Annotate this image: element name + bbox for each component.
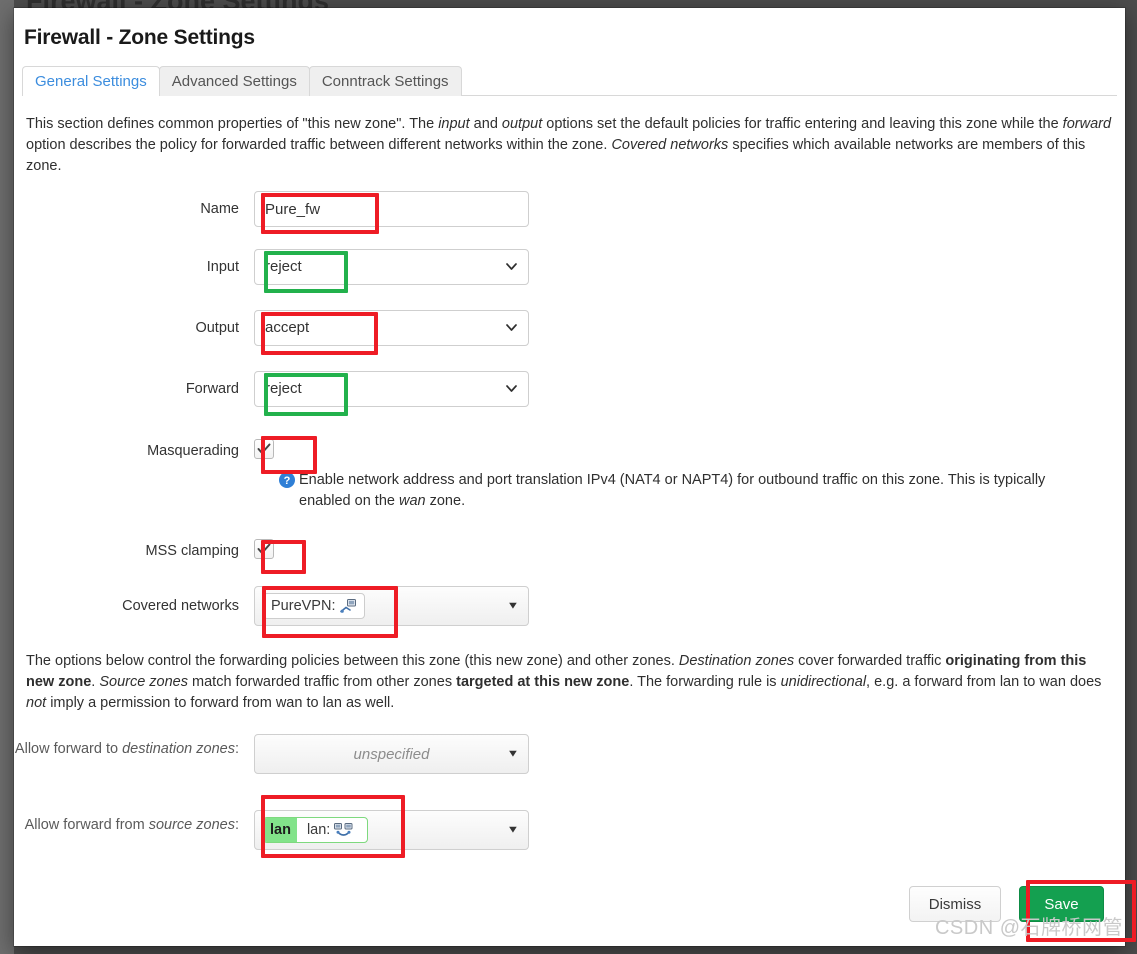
check-icon (257, 443, 271, 454)
field-row-mss-clamping: MSS clamping (14, 533, 1125, 564)
input-control: reject (254, 249, 529, 285)
destination-zones-control: unspecified ▼ (254, 734, 529, 774)
zone-settings-dialog: Firewall - Zone Settings General Setting… (14, 8, 1125, 946)
tab-general-settings[interactable]: General Settings (22, 66, 160, 97)
intro-paragraph: This section defines common properties o… (26, 116, 1112, 174)
source-zone-chip-label: lan: (306, 822, 331, 838)
help-circle-icon: ? (279, 472, 295, 512)
source-zones-label: Allow forward from source zones: (24, 817, 239, 833)
output-select[interactable]: accept (254, 310, 529, 346)
mss-clamping-label: MSS clamping (145, 543, 239, 559)
masquerading-label: Masquerading (147, 443, 239, 459)
chevron-down-icon (506, 263, 517, 270)
svg-text:?: ? (284, 475, 291, 487)
forward-control: reject (254, 371, 529, 407)
source-zone-chip[interactable]: lan lan: (263, 817, 369, 843)
chevron-down-icon (506, 324, 517, 331)
chevron-down-icon: ▼ (506, 824, 520, 836)
covered-networks-control: PureVPN: ▼ (254, 586, 529, 626)
mss-clamping-control (254, 533, 274, 564)
tab-advanced-settings[interactable]: Advanced Settings (158, 66, 310, 96)
general-settings-form: Name Input reject Output (14, 191, 1125, 626)
backdrop-sidebar (0, 0, 14, 954)
source-zones-control: lan lan: ▼ (254, 810, 529, 850)
forward-select[interactable]: reject (254, 371, 529, 407)
masquerading-help-text: Enable network address and port translat… (299, 472, 1046, 509)
field-row-destination-zones: Allow forward to destination zones: unsp… (14, 734, 1125, 774)
masquerading-help-row: ? Enable network address and port transl… (279, 470, 1094, 512)
forward-paragraph: The options below control the forwarding… (26, 653, 1102, 711)
field-row-output: Output accept (14, 310, 1125, 346)
covered-networks-multiselect[interactable]: PureVPN: ▼ (254, 586, 529, 626)
forward-select-value: reject (265, 380, 302, 397)
destination-zones-label: Allow forward to destination zones: (14, 741, 239, 757)
mss-clamping-checkbox[interactable] (254, 539, 274, 559)
network-interface-icon (340, 599, 357, 613)
field-row-name: Name (14, 191, 1125, 227)
destination-zones-multiselect[interactable]: unspecified ▼ (254, 734, 529, 774)
output-label: Output (195, 320, 239, 336)
field-row-forward: Forward reject (14, 371, 1125, 407)
chevron-down-icon (506, 385, 517, 392)
watermark: CSDN @石牌桥网管 (934, 917, 1123, 939)
chevron-down-icon: ▼ (506, 748, 520, 760)
covered-network-chip-label: PureVPN: (271, 598, 336, 614)
field-row-masquerading: Masquerading (14, 433, 1125, 464)
tab-conntrack-settings[interactable]: Conntrack Settings (308, 66, 462, 96)
field-row-input: Input reject (14, 249, 1125, 285)
input-label: Input (206, 259, 239, 275)
forward-label: Forward (185, 381, 239, 397)
output-control: accept (254, 310, 529, 346)
field-row-covered-networks: Covered networks PureVPN: ▼ (14, 586, 1125, 626)
tab-bar: General Settings Advanced Settings Conntra… (22, 66, 1117, 97)
destination-zones-value: unspecified (353, 745, 430, 763)
input-select-value: reject (265, 258, 302, 275)
masquerading-control (254, 433, 274, 464)
covered-networks-label: Covered networks (122, 598, 239, 614)
chevron-down-icon: ▼ (506, 600, 520, 612)
covered-network-chip[interactable]: PureVPN: (263, 593, 366, 619)
page-title: Firewall - Zone Settings (24, 26, 255, 49)
input-select[interactable]: reject (254, 249, 529, 285)
source-zone-chip-body: lan: (302, 822, 360, 838)
output-select-value: accept (265, 319, 310, 336)
source-zones-multiselect[interactable]: lan lan: ▼ (254, 810, 529, 850)
masquerading-checkbox[interactable] (254, 439, 274, 459)
check-icon (257, 543, 271, 554)
field-row-source-zones: Allow forward from source zones: lan lan… (14, 810, 1125, 850)
zone-forwarding-form: Allow forward to destination zones: unsp… (14, 734, 1125, 850)
name-control (254, 191, 529, 227)
name-label: Name (200, 201, 239, 217)
source-zone-badge: lan (264, 818, 297, 842)
name-input[interactable] (254, 191, 529, 227)
network-interface-icon (334, 823, 353, 836)
